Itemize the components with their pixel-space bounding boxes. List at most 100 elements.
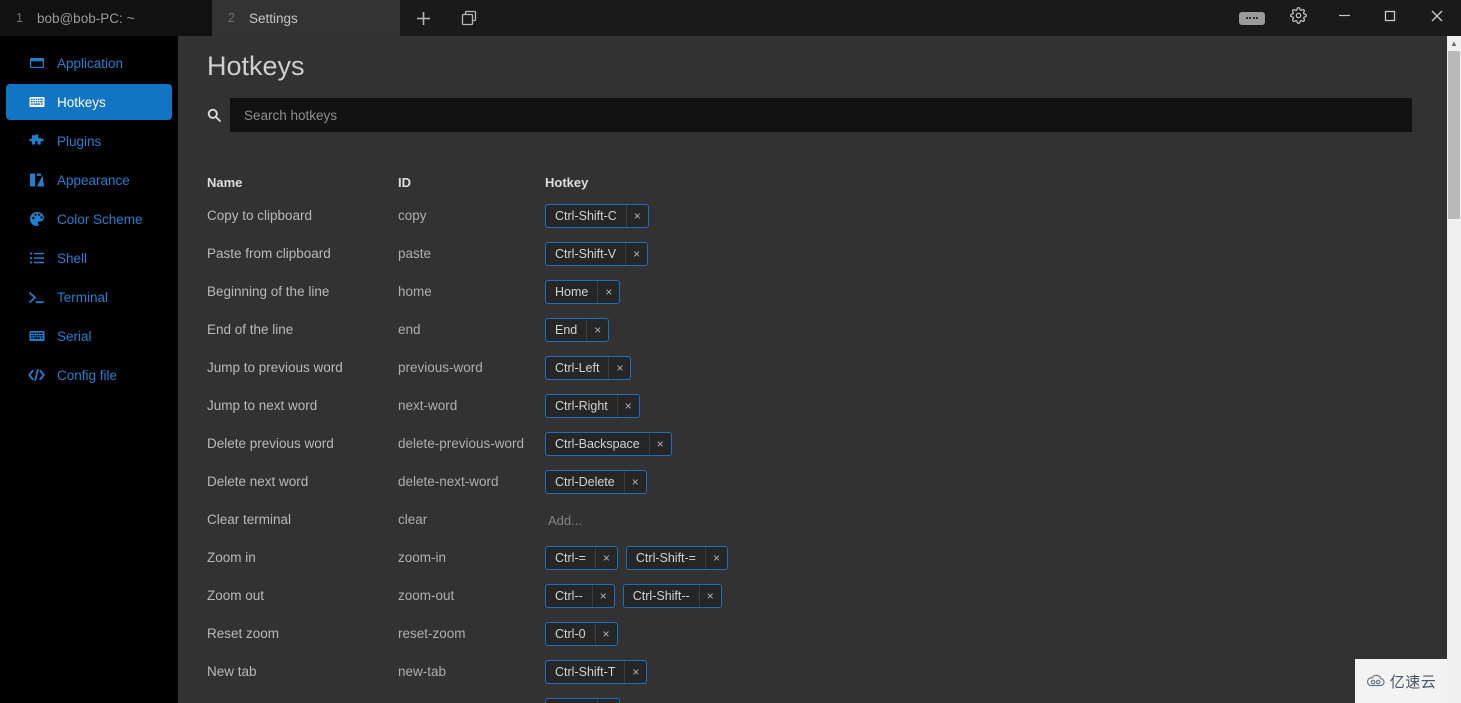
hotkey-chip[interactable]: Home ×: [545, 280, 621, 304]
hotkey-cell[interactable]: Ctrl-- × Ctrl-Shift-- ×: [545, 584, 1417, 608]
hotkey-cell[interactable]: Ctrl-Shift-C ×: [545, 204, 1417, 228]
hotkey-chip[interactable]: Ctrl-- ×: [545, 584, 615, 608]
table-row: Intelligent Ctrl-C (copy/abort)ctrl-cCtr…: [207, 691, 1417, 703]
hotkey-chip[interactable]: Ctrl-Backspace ×: [545, 432, 672, 456]
remove-hotkey-icon[interactable]: ×: [616, 395, 639, 417]
remove-hotkey-icon[interactable]: ×: [625, 205, 648, 227]
hotkey-chip[interactable]: Ctrl-Right ×: [545, 394, 640, 418]
window-icon: [28, 55, 45, 72]
hotkey-cell[interactable]: Ctrl-C×: [545, 698, 1417, 703]
hotkey-chip[interactable]: Ctrl-= ×: [545, 546, 618, 570]
hotkey-chip[interactable]: Ctrl-Delete ×: [545, 470, 647, 494]
hotkey-id: clear: [398, 512, 428, 527]
minimize-button[interactable]: [1321, 0, 1367, 36]
gear-icon: [1289, 7, 1307, 29]
hotkey-chip-label: Ctrl-Shift-=: [635, 551, 696, 565]
hotkeys-table: Name ID Hotkey Copy to clipboard copy Ctrl…: [207, 167, 1417, 703]
keyboard-icon: [28, 328, 45, 345]
hotkey-chip[interactable]: End ×: [545, 318, 610, 342]
sidebar-item-serial[interactable]: Serial: [6, 318, 172, 354]
hotkey-name: Jump to next word: [207, 398, 318, 413]
close-icon: [1429, 8, 1445, 29]
hotkey-chip-label: Ctrl-Shift-C: [555, 209, 617, 223]
remove-hotkey-icon[interactable]: ×: [597, 281, 619, 303]
tab-settings[interactable]: 2 Settings: [212, 0, 400, 36]
remove-hotkey-icon[interactable]: ×: [596, 699, 619, 703]
remove-hotkey-icon[interactable]: ×: [594, 547, 617, 569]
hotkey-chip[interactable]: Ctrl-C×: [545, 698, 620, 703]
hotkey-cell[interactable]: Ctrl-Backspace ×: [545, 432, 1417, 456]
hotkey-id: delete-previous-word: [398, 436, 525, 451]
hotkey-cell[interactable]: Ctrl-Shift-T ×: [545, 660, 1417, 684]
table-row: Beginning of the line home Home ×: [207, 273, 1417, 311]
close-button[interactable]: [1413, 0, 1461, 36]
hotkey-chip-label: Ctrl-Shift-V: [555, 247, 617, 261]
hotkey-name: Beginning of the line: [207, 284, 330, 299]
prompt-icon: [28, 289, 45, 306]
hotkey-chip[interactable]: Ctrl-Shift-= ×: [625, 546, 728, 570]
sidebar-item-hotkeys[interactable]: Hotkeys: [6, 84, 172, 120]
remove-hotkey-icon[interactable]: ×: [594, 623, 617, 645]
sidebar: Application Hotkeys Plugins Appearance C…: [0, 36, 178, 703]
sidebar-item-color-scheme[interactable]: Color Scheme: [6, 201, 172, 237]
hotkey-chip-label: Home: [555, 285, 589, 299]
sidebar-item-label: Shell: [57, 250, 88, 266]
sidebar-item-label: Appearance: [57, 172, 130, 188]
hotkey-cell[interactable]: Ctrl-Right ×: [545, 394, 1417, 418]
remove-hotkey-icon[interactable]: ×: [624, 661, 646, 683]
puzzle-icon: [28, 133, 45, 150]
remove-hotkey-icon[interactable]: ×: [698, 585, 721, 607]
hotkey-cell[interactable]: Ctrl-Left ×: [545, 356, 1417, 380]
add-hotkey-placeholder[interactable]: Add...: [545, 513, 582, 528]
hotkey-chip[interactable]: Ctrl-Left ×: [545, 356, 632, 380]
scrollbar-thumb[interactable]: [1448, 51, 1460, 219]
hotkey-chip[interactable]: Ctrl-Shift-T ×: [545, 660, 648, 684]
table-body: Copy to clipboard copy Ctrl-Shift-C × Paste …: [207, 197, 1417, 703]
remove-hotkey-icon[interactable]: ×: [704, 547, 727, 569]
table-row: Clear terminal clear Add...: [207, 501, 1417, 539]
hotkey-cell[interactable]: Ctrl-Delete ×: [545, 470, 1417, 494]
hotkey-cell[interactable]: End ×: [545, 318, 1417, 342]
sidebar-item-plugins[interactable]: Plugins: [6, 123, 172, 159]
keyboard-icon: [28, 94, 45, 111]
remove-hotkey-icon[interactable]: ×: [623, 471, 646, 493]
sidebar-item-config-file[interactable]: Config file: [6, 357, 172, 393]
hotkey-chip[interactable]: Ctrl-0 ×: [545, 622, 618, 646]
hotkey-cell[interactable]: Ctrl-0 ×: [545, 622, 1417, 646]
sidebar-item-application[interactable]: Application: [6, 45, 172, 81]
sidebar-item-label: Color Scheme: [57, 211, 143, 227]
hotkey-id: next-word: [398, 398, 458, 413]
settings-button[interactable]: [1275, 0, 1321, 36]
search-input[interactable]: [230, 98, 1412, 132]
hotkey-id: home: [398, 284, 432, 299]
hotkey-id: previous-word: [398, 360, 483, 375]
remove-hotkey-icon[interactable]: ×: [625, 243, 647, 265]
vertical-scrollbar[interactable]: ▲: [1447, 36, 1461, 703]
sidebar-item-shell[interactable]: Shell: [6, 240, 172, 276]
hotkey-cell[interactable]: Ctrl-= × Ctrl-Shift-= ×: [545, 546, 1417, 570]
hotkey-chip[interactable]: Ctrl-Shift-V ×: [545, 242, 649, 266]
hotkey-name: Reset zoom: [207, 626, 280, 641]
column-header-id: ID: [398, 174, 411, 190]
hotkey-cell[interactable]: Home ×: [545, 280, 1417, 304]
tab-terminal[interactable]: 1 bob@bob-PC: ~: [0, 0, 212, 36]
plus-icon: [414, 9, 433, 28]
remove-hotkey-icon[interactable]: ×: [586, 319, 608, 341]
hotkey-chip[interactable]: Ctrl-Shift-C ×: [545, 204, 649, 228]
hotkey-cell[interactable]: Ctrl-Shift-V ×: [545, 242, 1417, 266]
maximize-button[interactable]: [1367, 0, 1413, 36]
list-icon: [28, 250, 45, 267]
scroll-up-arrow[interactable]: ▲: [1447, 36, 1461, 51]
remove-hotkey-icon[interactable]: ×: [608, 357, 630, 379]
hotkey-cell[interactable]: Add...: [545, 513, 1417, 528]
hotkey-id: new-tab: [398, 664, 447, 679]
keyboard-shortcuts-button[interactable]: [1229, 0, 1275, 36]
remove-hotkey-icon[interactable]: ×: [591, 585, 614, 607]
sidebar-item-appearance[interactable]: Appearance: [6, 162, 172, 198]
remove-hotkey-icon[interactable]: ×: [648, 433, 671, 455]
sidebar-item-terminal[interactable]: Terminal: [6, 279, 172, 315]
new-tab-button[interactable]: [400, 0, 446, 36]
split-pane-button[interactable]: [446, 0, 492, 36]
tab-label: Settings: [248, 10, 298, 26]
hotkey-chip[interactable]: Ctrl-Shift-- ×: [622, 584, 722, 608]
